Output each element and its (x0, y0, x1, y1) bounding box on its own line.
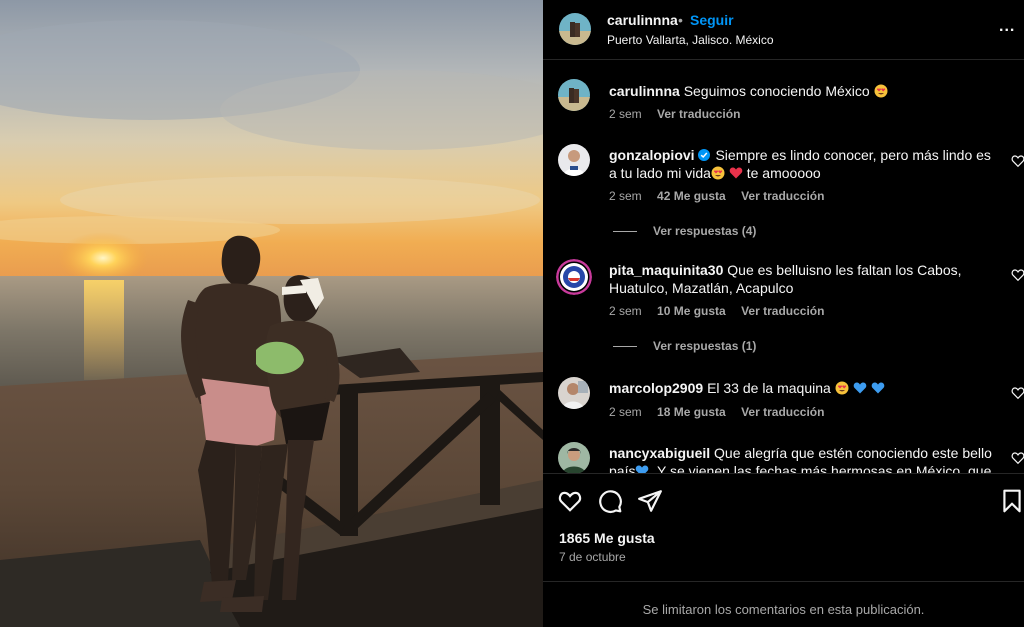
commenter-avatar[interactable] (558, 144, 590, 176)
heart-icon[interactable] (557, 488, 583, 514)
blue-heart-emoji-icon (871, 382, 884, 394)
view-replies-link[interactable]: Ver respuestas (4) (613, 224, 756, 238)
translate-link[interactable]: Ver traducción (741, 189, 824, 203)
more-options-icon[interactable]: ... (999, 18, 1015, 36)
comment-meta: 2 sem 42 Me gusta Ver traducción (609, 189, 836, 203)
replies-line (613, 346, 637, 348)
follow-button[interactable]: Seguir (690, 12, 734, 28)
commenter-avatar[interactable] (556, 259, 592, 295)
author-avatar[interactable] (559, 13, 591, 45)
post-date[interactable]: 7 de octubre (559, 550, 626, 564)
caption-username[interactable]: carulinnna (609, 83, 680, 99)
author-avatar[interactable] (558, 79, 590, 111)
comment-time[interactable]: 2 sem (609, 189, 642, 203)
caption-body: Seguimos conociendo México (683, 83, 870, 99)
commenter-avatar[interactable] (558, 442, 590, 473)
blue-heart-emoji-icon (636, 465, 649, 473)
separator-dot: • (678, 12, 683, 28)
comment-like-icon[interactable] (1011, 154, 1024, 168)
post-location[interactable]: Puerto Vallarta, Jalisco. México (607, 33, 774, 47)
replies-line (613, 231, 637, 233)
comment-like-icon[interactable] (1011, 268, 1024, 282)
comment-likes[interactable]: 18 Me gusta (657, 405, 726, 419)
post-side-panel: carulinnna • Seguir Puerto Vallarta, Jal… (543, 0, 1024, 627)
likes-count[interactable]: 1865 Me gusta (559, 530, 655, 546)
comment-likes[interactable]: 42 Me gusta (657, 189, 726, 203)
translate-link[interactable]: Ver traducción (741, 304, 824, 318)
caption-time[interactable]: 2 sem (609, 107, 642, 121)
commenter-avatar[interactable] (558, 377, 590, 409)
view-replies-link[interactable]: Ver respuestas (1) (613, 339, 756, 353)
heart-eyes-emoji-icon (711, 166, 725, 180)
caption-meta: 2 sem Ver traducción (609, 107, 752, 121)
verified-badge-icon (697, 149, 710, 161)
comment-text: marcolop2909 El 33 de la maquina (609, 379, 999, 397)
comment-meta: 2 sem 10 Me gusta Ver traducción (609, 304, 836, 318)
view-replies-label[interactable]: Ver respuestas (4) (653, 224, 756, 238)
comment-time[interactable]: 2 sem (609, 304, 642, 318)
comment-icon[interactable] (597, 488, 623, 514)
comment-text: gonzalopiovi Siempre es lindo conocer, p… (609, 146, 999, 182)
comment-text: pita_maquinita30 Que es belluisno les fa… (609, 261, 999, 297)
comment-username[interactable]: nancyxabigueil (609, 445, 710, 461)
comments-footer: Se limitaron los comentarios en esta pub… (543, 581, 1024, 627)
red-heart-emoji-icon (729, 167, 743, 179)
comment-body: El 33 de la maquina (707, 380, 831, 396)
comment-like-icon[interactable] (1011, 386, 1024, 400)
comment-text: nancyxabigueil Que alegría que estén con… (609, 444, 999, 473)
comment-meta: 2 sem 18 Me gusta Ver traducción (609, 405, 836, 419)
heart-eyes-emoji-icon (874, 84, 888, 98)
comment-body-end: te amooooo (746, 165, 821, 181)
comments-list[interactable]: carulinnna Seguimos conociendo México 2 … (543, 61, 1024, 473)
comment-body-end: . Y se vienen las fechas más hermosas en… (649, 463, 992, 473)
author-username[interactable]: carulinnna (607, 12, 678, 28)
paper-plane-icon[interactable] (637, 488, 663, 514)
comment-username[interactable]: marcolop2909 (609, 380, 703, 396)
caption-text: carulinnna Seguimos conociendo México (609, 82, 999, 100)
post-photo[interactable] (0, 0, 543, 627)
post-actions: 1865 Me gusta 7 de octubre (543, 473, 1024, 581)
bookmark-icon[interactable] (999, 488, 1024, 514)
comment-time[interactable]: 2 sem (609, 405, 642, 419)
sunset-beach-couple-image (0, 0, 543, 627)
heart-eyes-emoji-icon (835, 381, 849, 395)
translate-link[interactable]: Ver traducción (657, 107, 740, 121)
view-replies-label[interactable]: Ver respuestas (1) (653, 339, 756, 353)
comment-like-icon[interactable] (1011, 451, 1024, 465)
post-header: carulinnna • Seguir Puerto Vallarta, Jal… (543, 0, 1024, 60)
comment-username[interactable]: gonzalopiovi (609, 147, 695, 163)
comment-likes[interactable]: 10 Me gusta (657, 304, 726, 318)
translate-link[interactable]: Ver traducción (741, 405, 824, 419)
comments-limited-notice: Se limitaron los comentarios en esta pub… (642, 602, 925, 617)
comment-username[interactable]: pita_maquinita30 (609, 262, 723, 278)
blue-heart-emoji-icon (853, 382, 866, 394)
